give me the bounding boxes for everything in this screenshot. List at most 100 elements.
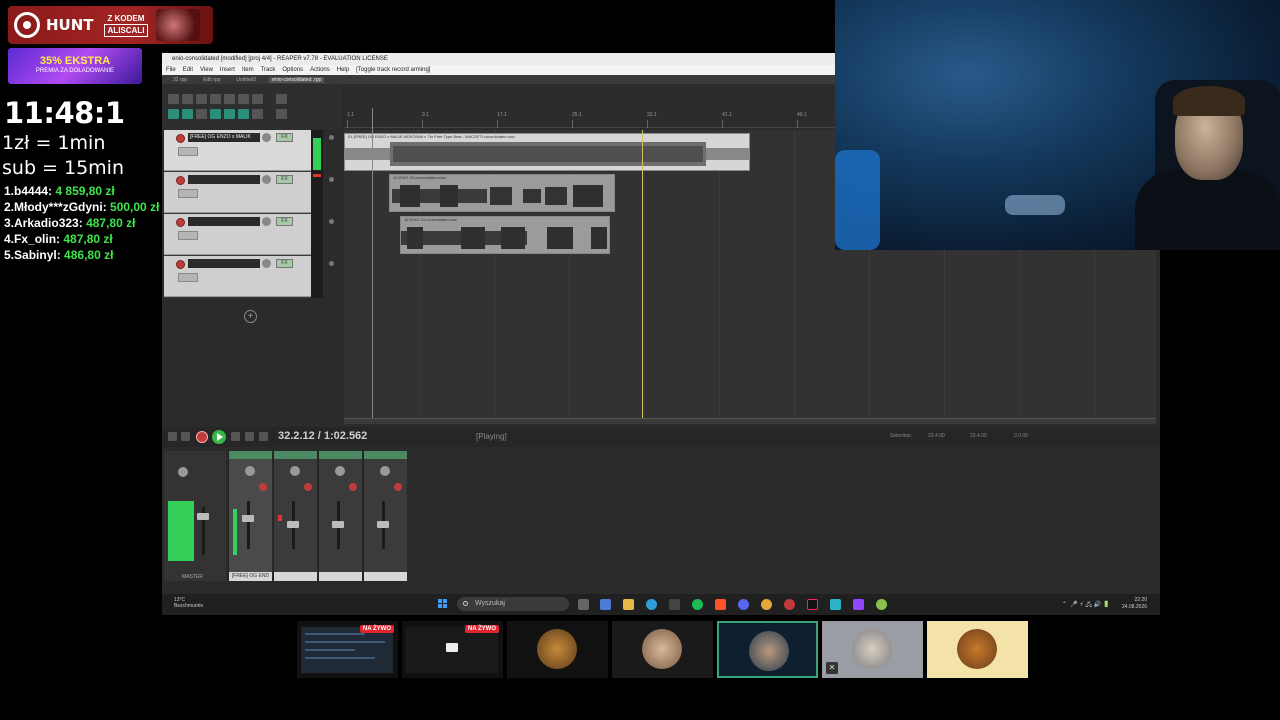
task-view-icon[interactable] (578, 599, 589, 610)
fx-button[interactable]: FX (276, 217, 293, 226)
metronome-icon[interactable] (252, 94, 263, 104)
participant-thumbnail[interactable]: NA ŻYWO (402, 621, 503, 678)
horizontal-scrollbar[interactable] (344, 418, 1156, 424)
menu-actions[interactable]: Actions (310, 67, 330, 73)
go-to-start-icon[interactable] (168, 432, 177, 441)
mixer-strip[interactable] (318, 451, 362, 581)
fader-cap[interactable] (377, 521, 389, 528)
go-to-end-icon[interactable] (181, 432, 190, 441)
fader-cap[interactable] (242, 515, 254, 522)
snap-icon[interactable] (182, 109, 193, 119)
pause-icon[interactable] (259, 432, 268, 441)
reaper-icon[interactable] (784, 599, 795, 610)
loop-icon[interactable] (238, 109, 249, 119)
track-name-field[interactable] (188, 175, 260, 184)
record-arm-button[interactable] (304, 483, 312, 491)
record-arm-button[interactable] (176, 176, 185, 185)
master-fader-cap[interactable] (197, 513, 209, 520)
brave-icon[interactable] (715, 599, 726, 610)
participant-thumbnail[interactable] (927, 621, 1028, 678)
save-project-icon[interactable] (196, 94, 207, 104)
record-arm-button[interactable] (176, 218, 185, 227)
volume-knob[interactable] (262, 175, 271, 184)
play-button[interactable] (212, 430, 226, 444)
selection-end[interactable]: 23.4.00 (970, 433, 987, 439)
stop-icon[interactable] (245, 432, 254, 441)
undo-icon[interactable] (224, 94, 235, 104)
mixer-strip[interactable] (273, 451, 317, 581)
track-mini-button[interactable] (329, 177, 334, 182)
menu-options[interactable]: Options (282, 67, 303, 73)
menu-track[interactable]: Track (261, 67, 276, 73)
record-button[interactable] (196, 431, 208, 443)
mixer-strip[interactable] (363, 451, 407, 581)
notepad-icon[interactable] (830, 599, 841, 610)
fx-button[interactable]: FX (276, 133, 293, 142)
windows-start-icon[interactable] (438, 599, 448, 609)
pan-knob[interactable] (290, 466, 300, 476)
media-item[interactable]: 15 ENIO 22-consolidated.wav (389, 174, 615, 212)
store-icon[interactable] (600, 599, 611, 610)
media-item[interactable]: 01-[FREE] OG ENZO x MALIK MONTANA x Tbr … (344, 133, 750, 171)
menu-help[interactable]: Help (337, 67, 349, 73)
envelope-icon[interactable] (224, 109, 235, 119)
terminal-icon[interactable] (669, 599, 680, 610)
menu-item[interactable]: Item (242, 67, 254, 73)
participant-thumbnail-active[interactable] (717, 621, 818, 678)
participant-thumbnail[interactable] (507, 621, 608, 678)
redo-icon[interactable] (238, 94, 249, 104)
fader-cap[interactable] (287, 521, 299, 528)
mute-solo-buttons[interactable] (178, 189, 198, 198)
record-arm-button[interactable] (394, 483, 402, 491)
app-icon[interactable] (876, 599, 887, 610)
track-header[interactable]: FX (164, 172, 311, 213)
grid-icon[interactable] (168, 109, 179, 119)
menu-view[interactable]: View (200, 67, 213, 73)
volume-fader[interactable] (247, 501, 250, 549)
participant-thumbnail[interactable]: ✕ (822, 621, 923, 678)
mixer-strip[interactable]: [FREE] OG END (228, 451, 272, 581)
record-arm-button[interactable] (349, 483, 357, 491)
taskbar-clock[interactable]: 22:20 24.08.2026 (1122, 597, 1147, 611)
menu-edit[interactable]: Edit (183, 67, 193, 73)
volume-knob[interactable] (262, 217, 271, 226)
mute-solo-buttons[interactable] (178, 273, 198, 282)
discord-icon[interactable] (738, 599, 749, 610)
track-name-field[interactable]: [FREE] OG ENZO x MALIK (188, 133, 260, 142)
participant-thumbnail[interactable] (612, 621, 713, 678)
track-mini-button[interactable] (329, 135, 334, 140)
media-item[interactable]: 16 ENIO 23-consolidated.wav (400, 216, 610, 254)
track-mini-button[interactable] (329, 261, 334, 266)
pointer-icon[interactable] (276, 109, 287, 119)
project-tab[interactable]: Edit rpp (200, 77, 223, 83)
selection-length[interactable]: 0.0.00 (1014, 433, 1028, 439)
system-tray[interactable]: ⌃ 🎤 ⚡ 🖧 🔊 🔋 (1062, 600, 1110, 610)
track-name-field[interactable] (188, 259, 260, 268)
project-tab[interactable]: Untitled2 (233, 77, 259, 83)
chrome-icon[interactable] (761, 599, 772, 610)
master-pan-knob[interactable] (178, 467, 188, 477)
track-mini-button[interactable] (329, 219, 334, 224)
toolbar-extra-icon[interactable] (276, 94, 287, 104)
open-project-icon[interactable] (182, 94, 193, 104)
pan-knob[interactable] (335, 466, 345, 476)
record-arm-button[interactable] (176, 260, 185, 269)
hunt-sponsor-banner[interactable]: HUNT Z KODEM ALISCALI (8, 6, 213, 44)
tiktok-icon[interactable] (807, 599, 818, 610)
menu-file[interactable]: File (166, 67, 176, 73)
menu-insert[interactable]: Insert (220, 67, 235, 73)
file-explorer-icon[interactable] (623, 599, 634, 610)
track-header[interactable]: FX (164, 214, 311, 255)
project-tab-active[interactable]: enio-consolidated .rpp (269, 76, 325, 83)
auto-crossfade-icon[interactable] (210, 109, 221, 119)
repeat-icon[interactable] (231, 432, 240, 441)
track-header[interactable]: [FREE] OG ENZO x MALIK FX (164, 130, 311, 171)
add-track-icon[interactable]: + (244, 310, 257, 323)
record-arm-button[interactable] (176, 134, 185, 143)
fader-cap[interactable] (332, 521, 344, 528)
fx-button[interactable]: FX (276, 259, 293, 268)
taskbar-search[interactable]: Wyszukaj (457, 597, 569, 611)
volume-knob[interactable] (262, 133, 271, 142)
selection-start[interactable]: 23.4.00 (928, 433, 945, 439)
weather-widget[interactable]: 13°C Bezchmurnie (174, 597, 203, 609)
